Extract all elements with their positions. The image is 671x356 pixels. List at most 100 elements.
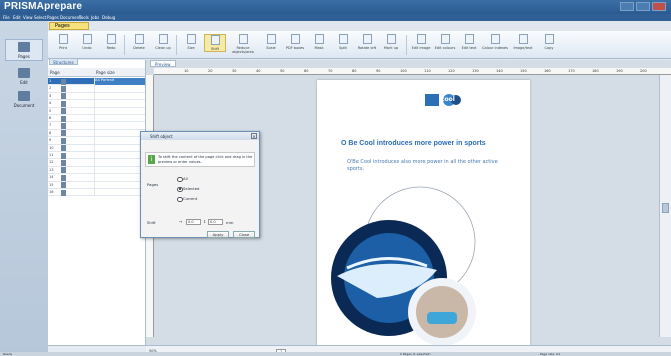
mode-document[interactable]: Document bbox=[5, 91, 43, 111]
copy-button[interactable]: Copy bbox=[538, 34, 560, 50]
dialog-close-icon[interactable]: × bbox=[251, 133, 257, 139]
vertical-scrollbar[interactable] bbox=[659, 75, 671, 337]
menu-jobs[interactable]: Jobs bbox=[91, 15, 99, 20]
pages-label: Pages bbox=[147, 182, 159, 187]
table-row[interactable]: 1 A4 Portrait bbox=[48, 78, 145, 86]
shift-x-input[interactable]: 0.0 bbox=[186, 219, 201, 225]
split-button[interactable]: Split bbox=[332, 34, 354, 50]
table-row[interactable]: 16 bbox=[48, 189, 145, 197]
menu-view[interactable]: View bbox=[23, 15, 33, 20]
table-row[interactable]: 3 bbox=[48, 92, 145, 101]
close-dialog-button[interactable]: Close bbox=[233, 231, 255, 238]
table-row[interactable]: 9 bbox=[48, 137, 145, 145]
apply-button[interactable]: Apply bbox=[207, 231, 229, 238]
ribbon-tab-pages[interactable]: Pages bbox=[49, 22, 89, 30]
table-row[interactable]: 13 bbox=[48, 166, 145, 175]
table-row[interactable]: 2 bbox=[48, 85, 145, 93]
column-page[interactable]: Page bbox=[50, 70, 60, 75]
mode-edit[interactable]: Edit bbox=[5, 68, 43, 88]
edit-colours-label: Edit colours bbox=[434, 46, 456, 50]
rotate-left-button[interactable]: Rotate left bbox=[356, 34, 378, 50]
shift-object-dialog: Shift object × i To shift the content of… bbox=[140, 131, 260, 238]
table-row[interactable]: 11 bbox=[48, 152, 145, 160]
clean-up-button[interactable]: Clean up bbox=[152, 34, 174, 50]
image-text-label: Image/text bbox=[513, 46, 533, 50]
pdf-boxes-button[interactable]: PDF boxes bbox=[284, 34, 306, 50]
title-bar: PRISMAprepare bbox=[0, 0, 671, 14]
radio-current[interactable]: Current bbox=[177, 196, 197, 202]
shift-y-input[interactable]: 0.0 bbox=[208, 219, 223, 225]
edit-image-button[interactable]: Edit image bbox=[410, 34, 432, 50]
colour-indexes-button[interactable]: Colour indexes bbox=[482, 34, 508, 50]
status-pages: 0 Pages (1 selected) bbox=[400, 352, 431, 356]
column-page-size[interactable]: Page size bbox=[96, 70, 115, 75]
row-page-number: 11 bbox=[49, 153, 54, 157]
mark-up-button[interactable]: Mark up bbox=[380, 34, 402, 50]
ruler-tick: 50 bbox=[280, 69, 285, 73]
close-button[interactable] bbox=[652, 2, 666, 11]
shift-button[interactable]: Shift bbox=[204, 34, 226, 52]
mode-pages[interactable]: Pages bbox=[5, 39, 43, 61]
dialog-info-box: i To shift the content of the page click… bbox=[145, 152, 255, 167]
table-row[interactable]: 10 bbox=[48, 144, 145, 152]
redo-label: Redo bbox=[106, 46, 116, 50]
row-page-size bbox=[94, 122, 145, 130]
menu-select[interactable]: Select bbox=[34, 15, 46, 20]
radio-selected[interactable]: Selected bbox=[177, 186, 199, 192]
shift-x-arrow-icon: → bbox=[179, 219, 183, 224]
size-button[interactable]: Size bbox=[180, 34, 202, 50]
table-row[interactable]: 12 bbox=[48, 159, 145, 167]
page-thumbnail-icon bbox=[61, 100, 66, 107]
menu-edit[interactable]: Edit bbox=[13, 15, 21, 20]
reduce-objects-button[interactable]: Reduce objects/area bbox=[228, 34, 258, 54]
ruler-tick: 180 bbox=[592, 69, 599, 73]
tab-preview[interactable]: Preview bbox=[150, 60, 176, 67]
undo-button[interactable]: Undo bbox=[76, 34, 98, 50]
radio-all[interactable]: All bbox=[177, 176, 188, 182]
menu-file[interactable]: File bbox=[3, 15, 10, 20]
menu-document[interactable]: Document bbox=[60, 15, 81, 20]
status-bar: Ready 0 Pages (1 selected) Page size: A4 bbox=[0, 352, 671, 356]
maximize-button[interactable] bbox=[636, 2, 650, 11]
edit-text-label: Edit text bbox=[461, 46, 477, 50]
clean-up-icon bbox=[158, 34, 168, 44]
table-row[interactable]: 5 bbox=[48, 107, 145, 115]
row-page-size bbox=[94, 166, 145, 175]
toolbar-divider bbox=[176, 35, 177, 55]
scale-icon bbox=[266, 34, 276, 44]
table-row[interactable]: 15 bbox=[48, 181, 145, 189]
table-row[interactable]: 7 bbox=[48, 122, 145, 130]
document-page[interactable]: cool O Be Cool introduces more power in … bbox=[317, 80, 530, 352]
toolbar: Print Undo Redo Delete Clean up Size Shi… bbox=[48, 31, 671, 59]
mask-button[interactable]: Mask bbox=[308, 34, 330, 50]
scroll-thumb[interactable] bbox=[662, 203, 669, 213]
table-row[interactable]: 8 bbox=[48, 129, 145, 138]
row-page-number: 14 bbox=[49, 175, 54, 180]
delete-button[interactable]: Delete bbox=[128, 34, 150, 50]
table-row[interactable]: 14 bbox=[48, 174, 145, 182]
row-page-number: 9 bbox=[49, 138, 52, 143]
menu-pages[interactable]: Pages bbox=[47, 15, 59, 20]
print-button[interactable]: Print bbox=[52, 34, 74, 50]
row-page-number: 1 bbox=[49, 79, 52, 83]
menu-tools[interactable]: Tools bbox=[79, 15, 89, 20]
split-icon bbox=[338, 34, 348, 44]
scale-button[interactable]: Scale bbox=[260, 34, 282, 50]
minimize-button[interactable] bbox=[620, 2, 634, 11]
tab-structures[interactable]: Structures bbox=[49, 58, 78, 65]
row-page-size: A4 Portrait bbox=[94, 78, 145, 86]
redo-button[interactable]: Redo bbox=[100, 34, 122, 50]
ruler-tick: 90 bbox=[376, 69, 381, 73]
image-text-button[interactable]: Image/text bbox=[510, 34, 536, 50]
pdf-boxes-label: PDF boxes bbox=[285, 46, 305, 50]
table-row[interactable]: 4 bbox=[48, 100, 145, 108]
shift-label: Shift bbox=[211, 47, 219, 51]
row-page-size bbox=[94, 152, 145, 160]
table-row[interactable]: 6 bbox=[48, 115, 145, 123]
edit-colours-button[interactable]: Edit colours bbox=[434, 34, 456, 50]
page-thumbnail-icon bbox=[61, 159, 66, 166]
split-label: Split bbox=[339, 46, 347, 50]
shift-label: Shift bbox=[147, 220, 156, 225]
menu-debug[interactable]: Debug bbox=[102, 15, 115, 20]
edit-text-button[interactable]: Edit text bbox=[458, 34, 480, 50]
